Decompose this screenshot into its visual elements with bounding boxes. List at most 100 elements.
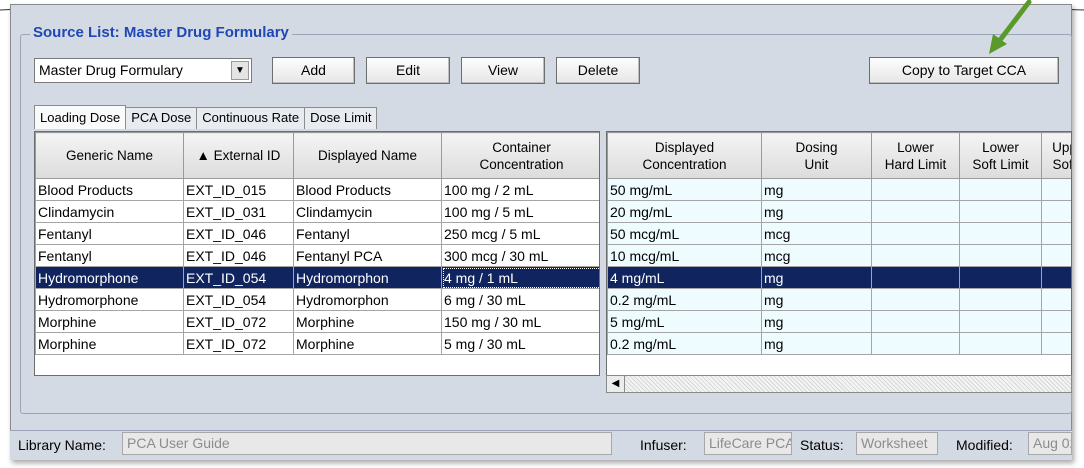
table-row[interactable]: 50 mcg/mL mcg <box>607 222 1071 245</box>
left-table-cell[interactable]: Blood Products <box>35 178 184 201</box>
left-table-cell[interactable]: Morphine <box>35 332 184 355</box>
right-table-cell[interactable]: 4 mg/mL <box>607 266 762 289</box>
right-column-header[interactable]: Dosing Unit <box>761 132 872 179</box>
right-table-cell[interactable] <box>1041 244 1071 267</box>
left-table-cell[interactable]: EXT_ID_046 <box>183 222 294 245</box>
right-column-header[interactable]: Displayed Concentration <box>607 132 762 179</box>
right-table-cell[interactable]: 50 mg/mL <box>607 178 762 201</box>
drug-list-table[interactable]: Generic Name ▲ External ID Displayed Name C… <box>34 131 600 376</box>
left-table-cell[interactable]: Clindamycin <box>293 200 442 223</box>
left-table-cell[interactable]: EXT_ID_031 <box>183 200 294 223</box>
horizontal-scrollbar[interactable]: ◀ <box>606 375 1072 393</box>
copy-to-target-button[interactable]: Copy to Target CCA <box>869 57 1059 84</box>
right-table-cell[interactable] <box>871 244 960 267</box>
right-table-cell[interactable]: mg <box>761 332 872 355</box>
table-row[interactable]: Fentanyl EXT_ID_046 Fentanyl 250 mcg / 5 mL <box>35 222 599 245</box>
right-table-cell[interactable]: 20 mg/mL <box>607 200 762 223</box>
left-table-cell[interactable]: 100 mg / 5 mL <box>441 200 599 223</box>
left-table-cell[interactable]: Fentanyl <box>35 222 184 245</box>
left-table-cell[interactable]: EXT_ID_072 <box>183 310 294 333</box>
tab-pca-dose[interactable]: PCA Dose <box>125 107 198 129</box>
view-button[interactable]: View <box>461 57 545 84</box>
right-table-cell[interactable]: mg <box>761 266 872 289</box>
edit-button[interactable]: Edit <box>366 57 450 84</box>
right-table-cell[interactable] <box>1041 310 1071 333</box>
right-table-cell[interactable]: 0.2 mg/mL <box>607 332 762 355</box>
left-table-cell[interactable]: Hydromorphone <box>35 266 184 289</box>
right-table-cell[interactable] <box>871 266 960 289</box>
right-table-cell[interactable] <box>959 310 1042 333</box>
left-table-cell[interactable]: EXT_ID_072 <box>183 332 294 355</box>
right-table-cell[interactable]: 0.2 mg/mL <box>607 288 762 311</box>
left-table-cell[interactable]: EXT_ID_015 <box>183 178 294 201</box>
tab-loading-dose[interactable]: Loading Dose <box>34 105 127 129</box>
right-table-cell[interactable] <box>871 310 960 333</box>
right-table-cell[interactable] <box>871 200 960 223</box>
right-table-cell[interactable]: 50 mcg/mL <box>607 222 762 245</box>
left-table-cell[interactable]: Clindamycin <box>35 200 184 223</box>
table-row[interactable]: 20 mg/mL mg <box>607 200 1071 223</box>
chevron-down-icon[interactable]: ▼ <box>231 61 249 80</box>
left-table-cell[interactable]: Morphine <box>35 310 184 333</box>
right-table-cell[interactable] <box>959 288 1042 311</box>
right-table-cell[interactable] <box>1041 200 1071 223</box>
table-row[interactable]: Clindamycin EXT_ID_031 Clindamycin 100 mg /… <box>35 200 599 223</box>
right-table-cell[interactable]: mg <box>761 200 872 223</box>
left-table-cell[interactable]: Fentanyl <box>35 244 184 267</box>
right-table-cell[interactable] <box>871 222 960 245</box>
table-row[interactable]: 0.2 mg/mL mg <box>607 288 1071 311</box>
right-table-cell[interactable] <box>959 178 1042 201</box>
left-column-header[interactable]: Container Concentration <box>441 132 599 179</box>
right-table-cell[interactable] <box>1041 222 1071 245</box>
tab-continuous-rate[interactable]: Continuous Rate <box>196 107 306 129</box>
left-column-header[interactable]: Generic Name <box>35 132 184 179</box>
source-list-select[interactable]: Master Drug Formulary ▼ <box>34 58 252 83</box>
right-column-header[interactable]: Upp Soft <box>1041 132 1071 179</box>
left-table-cell[interactable]: 100 mg / 2 mL <box>441 178 599 201</box>
add-button[interactable]: Add <box>272 57 355 84</box>
table-row[interactable]: Fentanyl EXT_ID_046 Fentanyl PCA 300 mcg / … <box>35 244 599 267</box>
left-table-cell[interactable]: Fentanyl <box>293 222 442 245</box>
drug-details-table[interactable]: Displayed Concentration Dosing Unit Lower … <box>606 131 1072 391</box>
table-row[interactable]: Hydromorphone EXT_ID_054 Hydromorphon 6 mg … <box>35 288 599 311</box>
left-table-cell[interactable]: EXT_ID_046 <box>183 244 294 267</box>
left-column-header[interactable]: Displayed Name <box>293 132 442 179</box>
right-table-cell[interactable] <box>959 200 1042 223</box>
table-row[interactable]: Hydromorphone EXT_ID_054 Hydromorphon 4 mg … <box>35 266 599 289</box>
right-table-cell[interactable] <box>1041 332 1071 355</box>
right-table-cell[interactable]: mcg <box>761 244 872 267</box>
table-row[interactable]: 5 mg/mL mg <box>607 310 1071 333</box>
left-table-cell[interactable]: Blood Products <box>293 178 442 201</box>
left-column-header[interactable]: ▲ External ID <box>183 132 294 179</box>
table-row[interactable]: Morphine EXT_ID_072 Morphine 5 mg / 30 mL <box>35 332 599 355</box>
right-table-cell[interactable] <box>1041 266 1071 289</box>
right-table-cell[interactable] <box>1041 288 1071 311</box>
left-table-cell[interactable]: Hydromorphon <box>293 288 442 311</box>
right-table-cell[interactable] <box>959 332 1042 355</box>
right-table-cell[interactable] <box>959 244 1042 267</box>
left-table-cell[interactable]: Morphine <box>293 310 442 333</box>
tab-dose-limit[interactable]: Dose Limit <box>304 107 378 129</box>
right-table-cell[interactable] <box>959 266 1042 289</box>
right-table-cell[interactable]: mg <box>761 288 872 311</box>
right-table-cell[interactable] <box>959 222 1042 245</box>
table-row[interactable]: 4 mg/mL mg <box>607 266 1071 289</box>
delete-button[interactable]: Delete <box>556 57 640 84</box>
right-column-header[interactable]: Lower Hard Limit <box>871 132 960 179</box>
right-table-cell[interactable] <box>1041 178 1071 201</box>
right-table-cell[interactable]: mg <box>761 178 872 201</box>
right-table-cell[interactable]: mg <box>761 310 872 333</box>
left-table-cell[interactable]: 250 mcg / 5 mL <box>441 222 599 245</box>
table-row[interactable]: 0.2 mg/mL mg <box>607 332 1071 355</box>
right-table-cell[interactable]: 10 mcg/mL <box>607 244 762 267</box>
scroll-left-icon[interactable]: ◀ <box>607 376 625 392</box>
left-table-cell[interactable]: 150 mg / 30 mL <box>441 310 599 333</box>
right-table-cell[interactable] <box>871 332 960 355</box>
right-column-header[interactable]: Lower Soft Limit <box>959 132 1042 179</box>
left-table-cell[interactable]: Morphine <box>293 332 442 355</box>
left-table-cell[interactable]: 6 mg / 30 mL <box>441 288 599 311</box>
table-row[interactable]: 50 mg/mL mg <box>607 178 1071 201</box>
right-table-cell[interactable]: mcg <box>761 222 872 245</box>
right-table-cell[interactable] <box>871 178 960 201</box>
left-table-cell[interactable]: EXT_ID_054 <box>183 288 294 311</box>
